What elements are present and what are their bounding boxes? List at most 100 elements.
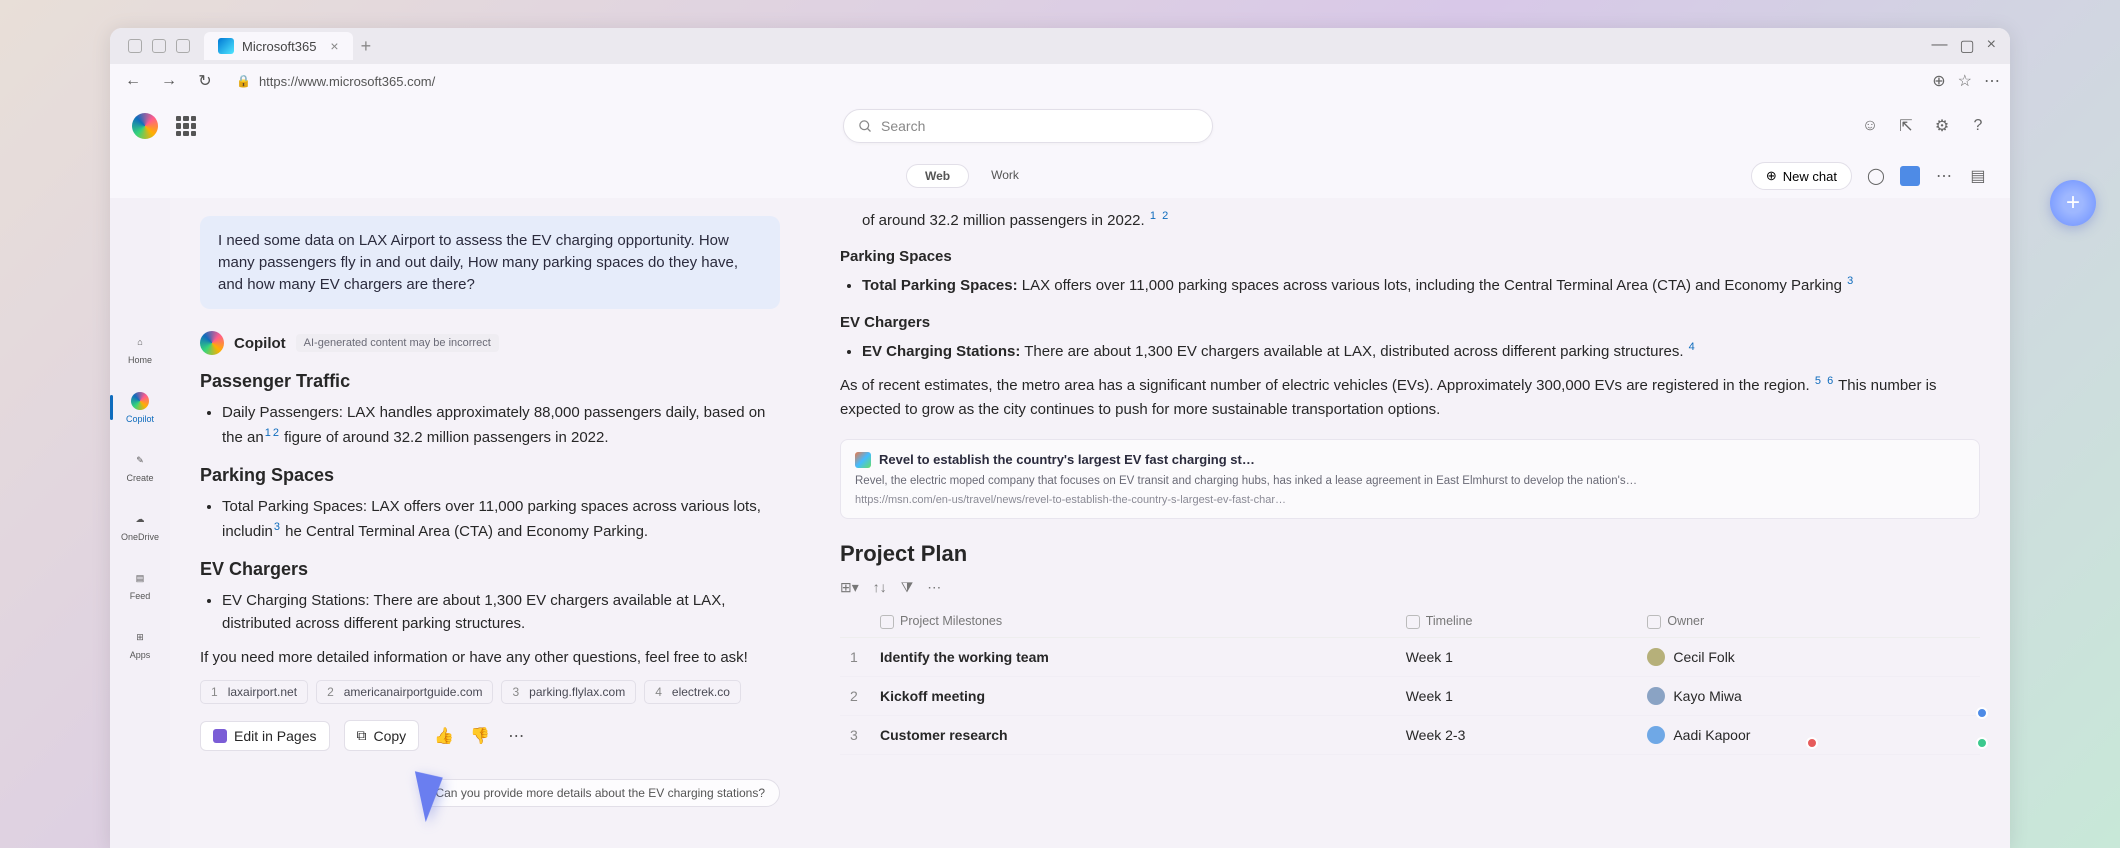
more-actions-icon[interactable]: ⋯ <box>505 725 527 747</box>
message-actions: Edit in Pages ⧉Copy 👍 👎 ⋯ <box>200 720 780 751</box>
close-icon[interactable]: × <box>330 38 338 54</box>
new-tab-button[interactable]: + <box>361 36 372 57</box>
cite-1r[interactable]: 1 <box>1150 210 1156 222</box>
closing-text: If you need more detailed information or… <box>200 649 780 666</box>
workspace-icon[interactable] <box>152 39 166 53</box>
pages-icon[interactable] <box>1900 166 1920 186</box>
citation-1-inline[interactable]: 1 <box>265 427 271 439</box>
suggestion-pill[interactable]: Can you provide more details about the E… <box>420 779 780 807</box>
cite-4r[interactable]: 4 <box>1689 341 1695 353</box>
table-row[interactable]: 1Identify the working teamWeek 1Cecil Fo… <box>840 637 1980 676</box>
edit-pages-label: Edit in Pages <box>234 728 317 744</box>
close-window-icon[interactable]: × <box>1987 36 1996 56</box>
user-message-text: I need some data on LAX Airport to asses… <box>218 232 738 293</box>
app-launcher-icon[interactable] <box>176 116 196 136</box>
browser-window: Microsoft365 × + — ▢ × ← → ↻ 🔒 https://w… <box>110 28 2010 848</box>
copy-icon: ⧉ <box>357 727 367 744</box>
r-parking-title: Parking Spaces <box>840 248 1980 265</box>
col-milestones[interactable]: Project Milestones <box>870 606 1396 637</box>
row-tl: Week 1 <box>1396 676 1638 715</box>
more-plan-icon[interactable]: ⋯ <box>927 579 941 596</box>
search-input[interactable]: Search <box>843 109 1213 143</box>
rail-apps[interactable]: ⊞Apps <box>116 623 164 664</box>
browser-tab[interactable]: Microsoft365 × <box>204 32 353 60</box>
cite-3r[interactable]: 3 <box>1847 275 1853 287</box>
favorite-icon[interactable]: ☆ <box>1958 71 1972 91</box>
section-parking-title: Parking Spaces <box>200 465 780 486</box>
citation-pill-1[interactable]: 1laxairport.net <box>200 680 308 704</box>
section-passenger-title: Passenger Traffic <box>200 371 780 392</box>
thumbs-up-icon[interactable]: 👍 <box>433 725 455 747</box>
reference-card[interactable]: Revel to establish the country's largest… <box>840 439 1980 519</box>
presence-indicator-icon <box>1806 737 1818 749</box>
filter-icon[interactable]: ⧩ <box>901 579 914 596</box>
col-owner[interactable]: Owner <box>1637 606 1980 637</box>
minimize-icon[interactable]: — <box>1932 36 1948 56</box>
content: ⌂Home Copilot ✎Create ☁OneDrive ▤Feed ⊞A… <box>110 198 2010 848</box>
table-row[interactable]: 2Kickoff meetingWeek 1Kayo Miwa <box>840 676 1980 715</box>
person-col-icon <box>1647 615 1661 629</box>
back-icon[interactable]: ← <box>120 72 146 90</box>
forward-icon[interactable]: → <box>156 72 182 90</box>
col-index <box>840 606 870 637</box>
more-icon[interactable]: ⋯ <box>1934 166 1954 186</box>
toolbar-right: ⊕ New chat ◯ ⋯ ▤ <box>1751 162 1988 190</box>
copy-button[interactable]: ⧉Copy <box>344 720 420 751</box>
launch-icon[interactable]: ⇱ <box>1896 116 1916 136</box>
view-icon[interactable]: ⊞▾ <box>840 579 859 596</box>
profile-icon[interactable] <box>128 39 142 53</box>
menu-icon[interactable]: ⋯ <box>1984 71 2000 91</box>
smiley-icon[interactable]: ☺ <box>1860 116 1880 136</box>
refresh-icon[interactable]: ↻ <box>192 71 218 91</box>
feed-icon: ▤ <box>130 568 150 588</box>
tab-work[interactable]: Work <box>973 164 1037 188</box>
plan-table-wrap: Project Milestones Timeline Owner 1Ident… <box>840 606 1980 755</box>
edit-in-pages-button[interactable]: Edit in Pages <box>200 721 330 751</box>
row-idx: 1 <box>840 637 870 676</box>
cite-6r[interactable]: 6 <box>1827 375 1833 387</box>
lock-icon: 🔒 <box>236 74 251 88</box>
help-icon[interactable]: ? <box>1968 116 1988 136</box>
row-ms: Identify the working team <box>870 637 1396 676</box>
owner-name: Kayo Miwa <box>1673 688 1741 704</box>
rail-create[interactable]: ✎Create <box>116 446 164 487</box>
search-placeholder: Search <box>881 118 925 134</box>
panel-icon[interactable]: ▤ <box>1968 166 1988 186</box>
main-columns: I need some data on LAX Airport to asses… <box>170 198 2010 848</box>
rail-onedrive-label: OneDrive <box>121 532 159 542</box>
m365-logo-icon[interactable] <box>132 113 158 139</box>
sort-icon[interactable]: ↑↓ <box>873 579 887 596</box>
rail-home-label: Home <box>128 355 152 365</box>
citation-pill-3[interactable]: 3parking.flylax.com <box>501 680 636 704</box>
owner-name: Cecil Folk <box>1673 649 1734 665</box>
tab-favicon-icon <box>218 38 234 54</box>
citation-3-inline[interactable]: 3 <box>274 521 280 533</box>
translate-icon[interactable]: ⊕ <box>1932 71 1945 91</box>
suggestion-text: Can you provide more details about the E… <box>435 786 765 800</box>
presence-indicator-icon <box>1976 707 1988 719</box>
url-input[interactable]: 🔒 https://www.microsoft365.com/ <box>228 70 1922 93</box>
rail-copilot[interactable]: Copilot <box>116 387 164 428</box>
thumbs-down-icon[interactable]: 👎 <box>469 725 491 747</box>
maximize-icon[interactable]: ▢ <box>1960 36 1975 56</box>
rail-copilot-label: Copilot <box>126 414 154 424</box>
tabgroup-icon[interactable] <box>176 39 190 53</box>
toolbar: Web Work ⊕ New chat ◯ ⋯ ▤ <box>110 154 2010 198</box>
app-header: Search ☺ ⇱ ⚙ ? <box>110 98 2010 154</box>
cite-5r[interactable]: 5 <box>1815 375 1821 387</box>
r-parking-bullet: Total Parking Spaces: LAX offers over 11… <box>862 273 1980 298</box>
rail-feed[interactable]: ▤Feed <box>116 564 164 605</box>
citation-pill-4[interactable]: 4electrek.co <box>644 680 741 704</box>
rail-home[interactable]: ⌂Home <box>116 328 164 369</box>
citation-2-inline[interactable]: 2 <box>273 427 279 439</box>
citation-pill-2[interactable]: 2americanairportguide.com <box>316 680 493 704</box>
rail-onedrive[interactable]: ☁OneDrive <box>116 505 164 546</box>
tab-web[interactable]: Web <box>906 164 969 188</box>
new-chat-button[interactable]: ⊕ New chat <box>1751 162 1852 190</box>
cite-2r[interactable]: 2 <box>1162 210 1168 222</box>
refresh-chat-icon[interactable]: ◯ <box>1866 166 1886 186</box>
settings-icon[interactable]: ⚙ <box>1932 116 1952 136</box>
cite-num: 3 <box>512 685 519 699</box>
col-timeline[interactable]: Timeline <box>1396 606 1638 637</box>
floating-add-button[interactable]: + <box>2050 180 2096 226</box>
